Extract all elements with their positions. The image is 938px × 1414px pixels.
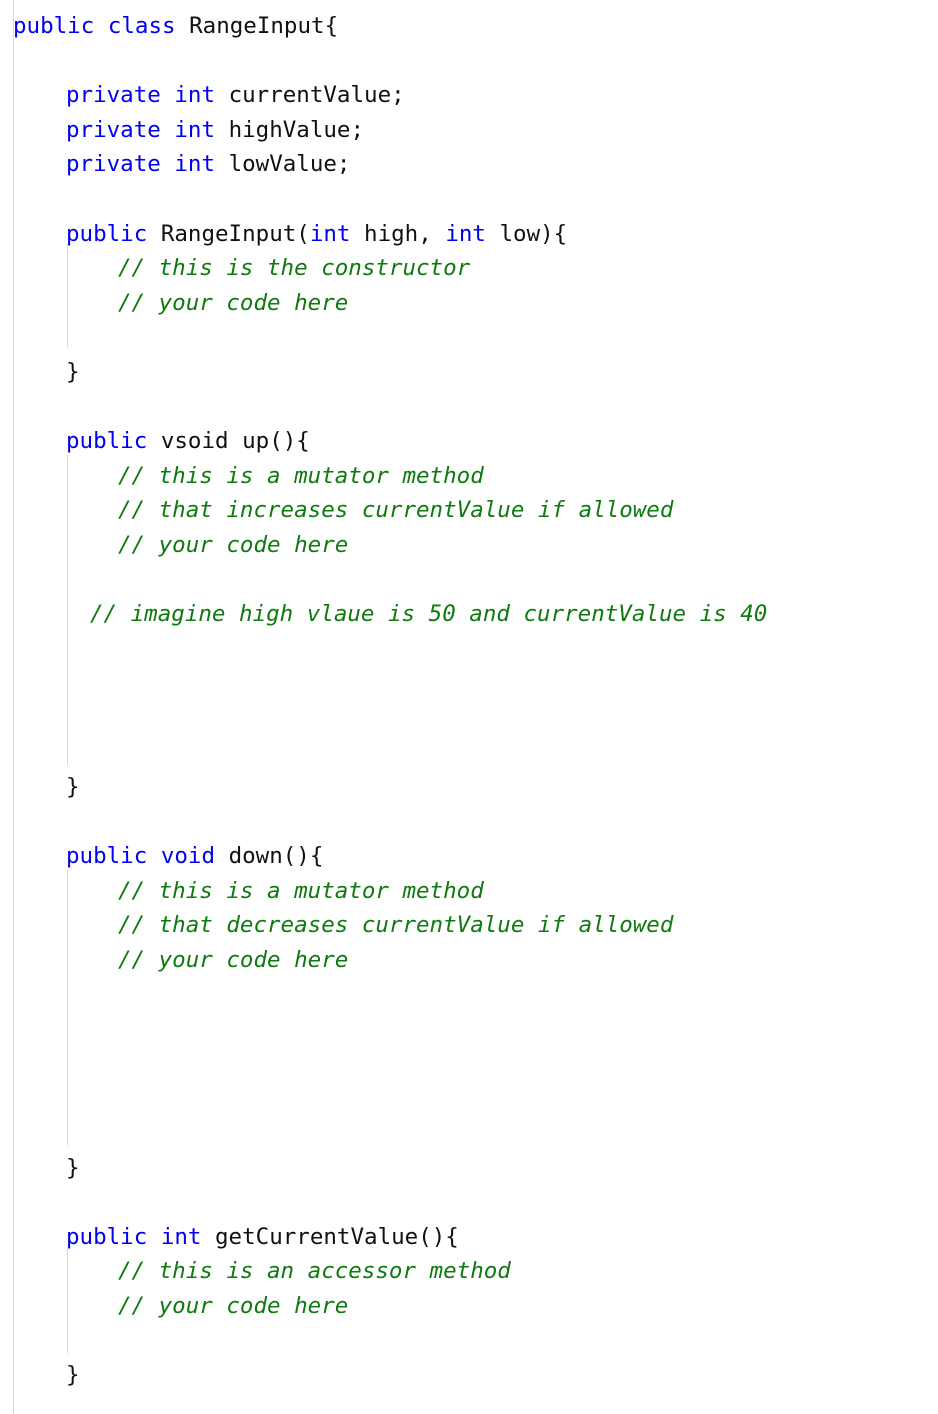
code-line[interactable]: public vsoid up(){ [0,424,938,459]
code-text: } [66,1362,80,1389]
code-keyword: int [174,82,216,109]
code-keyword: public [13,13,95,39]
code-keyword: int [174,151,216,178]
code-keyword: public [66,428,148,455]
code-text: } [66,1154,80,1181]
code-line[interactable]: } [0,1358,938,1393]
code-comment: // this is an accessor method [118,1258,511,1285]
code-line[interactable] [0,1012,938,1047]
code-keyword: private [66,151,161,178]
code-line[interactable] [0,1324,938,1359]
code-text: highValue; [228,116,365,143]
code-line[interactable]: // your code here [0,943,938,978]
code-keyword: void [160,843,216,870]
code-text: getCurrentValue(){ [215,1223,459,1250]
code-text: RangeInput( [160,220,310,247]
code-line[interactable] [0,182,938,217]
code-comment: // this is a mutator method [118,462,484,489]
code-line[interactable] [0,632,938,667]
code-line[interactable] [0,320,938,355]
code-line[interactable]: // this is an accessor method [0,1254,938,1289]
code-line[interactable] [0,701,938,736]
code-text: } [66,358,80,385]
code-line[interactable]: // your code here [0,528,938,563]
code-line[interactable]: } [0,355,938,390]
code-line[interactable] [0,1081,938,1116]
code-line[interactable] [0,390,938,425]
code-text: high, [350,220,446,247]
code-comment: // your code here [118,531,349,558]
code-keyword: private [66,116,161,143]
code-line[interactable]: public int getCurrentValue(){ [0,1220,938,1255]
code-line[interactable]: public class RangeInput{ [0,9,938,44]
code-comment: // your code here [118,947,349,974]
code-comment: // this is a mutator method [118,877,484,904]
code-line[interactable] [0,1116,938,1151]
code-line[interactable] [0,563,938,598]
code-keyword: public [66,220,148,247]
code-text: RangeInput{ [189,13,339,39]
code-line[interactable] [0,978,938,1013]
code-line[interactable] [0,666,938,701]
code-line[interactable]: public RangeInput(int high, int low){ [0,217,938,252]
code-editor-surface[interactable]: public class RangeInput{ private int cur… [0,0,938,1414]
code-text: } [66,774,80,801]
code-text: currentValue; [228,82,405,109]
code-keyword: int [160,1223,202,1250]
code-keyword: public [66,1223,148,1250]
code-line[interactable]: public void down(){ [0,839,938,874]
code-line[interactable]: // that decreases currentValue if allowe… [0,908,938,943]
code-line[interactable] [0,805,938,840]
code-line[interactable] [0,1047,938,1082]
code-line[interactable]: // your code here [0,286,938,321]
code-line[interactable] [0,1185,938,1220]
code-comment: // that decreases currentValue if allowe… [118,912,674,939]
code-line[interactable] [0,735,938,770]
code-text: lowValue; [228,151,351,178]
code-line[interactable]: // this is a mutator method [0,459,938,494]
code-text: vsoid up(){ [160,428,310,455]
code-comment: // that increases currentValue if allowe… [118,497,674,524]
code-line[interactable]: private int currentValue; [0,78,938,113]
code-line[interactable]: private int highValue; [0,113,938,148]
code-comment: // your code here [118,1292,349,1319]
code-keyword: public [66,843,148,870]
code-line[interactable] [0,1393,938,1414]
code-comment: // this is the constructor [118,255,471,282]
code-keyword: int [174,116,216,143]
code-line[interactable]: // that increases currentValue if allowe… [0,493,938,528]
code-comment: // your code here [118,289,349,316]
code-comment: // imagine high vlaue is 50 and currentV… [90,601,768,628]
code-text: low){ [485,220,568,247]
code-content[interactable]: public class RangeInput{ private int cur… [0,0,938,1414]
code-keyword: int [309,220,351,247]
code-line[interactable]: // imagine high vlaue is 50 and currentV… [0,597,938,632]
code-keyword: int [445,220,486,247]
code-line[interactable]: // this is the constructor [0,251,938,286]
code-line[interactable]: } [0,1151,938,1186]
code-text: down(){ [228,843,324,870]
code-keyword: class [107,13,176,39]
code-line[interactable]: // your code here [0,1289,938,1324]
code-line[interactable]: } [0,770,938,805]
code-line[interactable]: private int lowValue; [0,147,938,182]
code-line[interactable]: // this is a mutator method [0,874,938,909]
code-line[interactable] [0,44,938,79]
code-keyword: private [66,82,161,109]
